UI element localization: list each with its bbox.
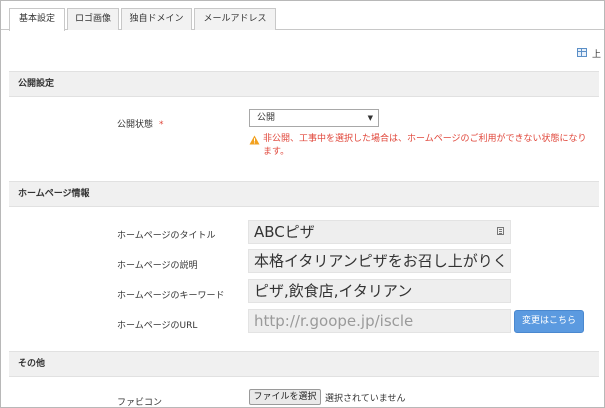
choose-file-button[interactable]: ファイルを選択 xyxy=(249,389,321,405)
favicon-label: ファビコン xyxy=(117,398,163,408)
section-header-publish: 公開設定 xyxy=(9,71,599,97)
tab-basic-settings[interactable]: 基本設定 xyxy=(9,8,65,31)
section-header-homepage: ホームページ情報 xyxy=(9,181,599,207)
tab-custom-domain[interactable]: 独自ドメイン xyxy=(121,8,192,30)
homepage-title-input[interactable]: ABCピザ xyxy=(248,220,511,244)
settings-panel: 基本設定 ロゴ画像 独自ドメイン メールアドレス 上 公開設定 公開状態 * 公開… xyxy=(0,0,605,408)
tab-bar: 基本設定 ロゴ画像 独自ドメイン メールアドレス xyxy=(1,1,604,31)
homepage-description-label: ホームページの説明 xyxy=(117,261,198,271)
field-list-icon[interactable] xyxy=(497,227,504,235)
section-header-other: その他 xyxy=(9,351,599,377)
homepage-description-input[interactable]: 本格イタリアンピザをお召し上がりく xyxy=(248,249,511,273)
table-icon[interactable] xyxy=(577,48,587,57)
homepage-title-label: ホームページのタイトル xyxy=(117,231,216,241)
homepage-keywords-label: ホームページのキーワード xyxy=(117,291,225,301)
change-url-button[interactable]: 変更はこちら xyxy=(514,310,584,333)
tab-logo-image[interactable]: ロゴ画像 xyxy=(67,8,119,30)
homepage-keywords-input[interactable]: ピザ,飲食店,イタリアン xyxy=(248,279,511,303)
required-mark: * xyxy=(159,120,164,130)
publish-status-value: 公開 xyxy=(257,113,276,123)
homepage-url-label: ホームページのURL xyxy=(117,321,198,331)
publish-status-label: 公開状態 * xyxy=(117,117,164,130)
toolbar-link[interactable]: 上 xyxy=(592,47,601,60)
dropdown-arrow-icon: ▼ xyxy=(367,114,373,122)
file-status-text: 選択されていません xyxy=(325,394,406,404)
tab-email-address[interactable]: メールアドレス xyxy=(194,8,276,30)
warning-icon xyxy=(249,135,260,145)
publish-status-label-text: 公開状態 xyxy=(117,120,154,130)
publish-status-select[interactable]: 公開 ▼ xyxy=(249,109,379,127)
publish-warning-text: 非公開、工事中を選択した場合は、ホームページのご利用ができない状態になります。 xyxy=(263,134,587,157)
homepage-url-field: http://r.goope.jp/iscle xyxy=(248,309,511,333)
